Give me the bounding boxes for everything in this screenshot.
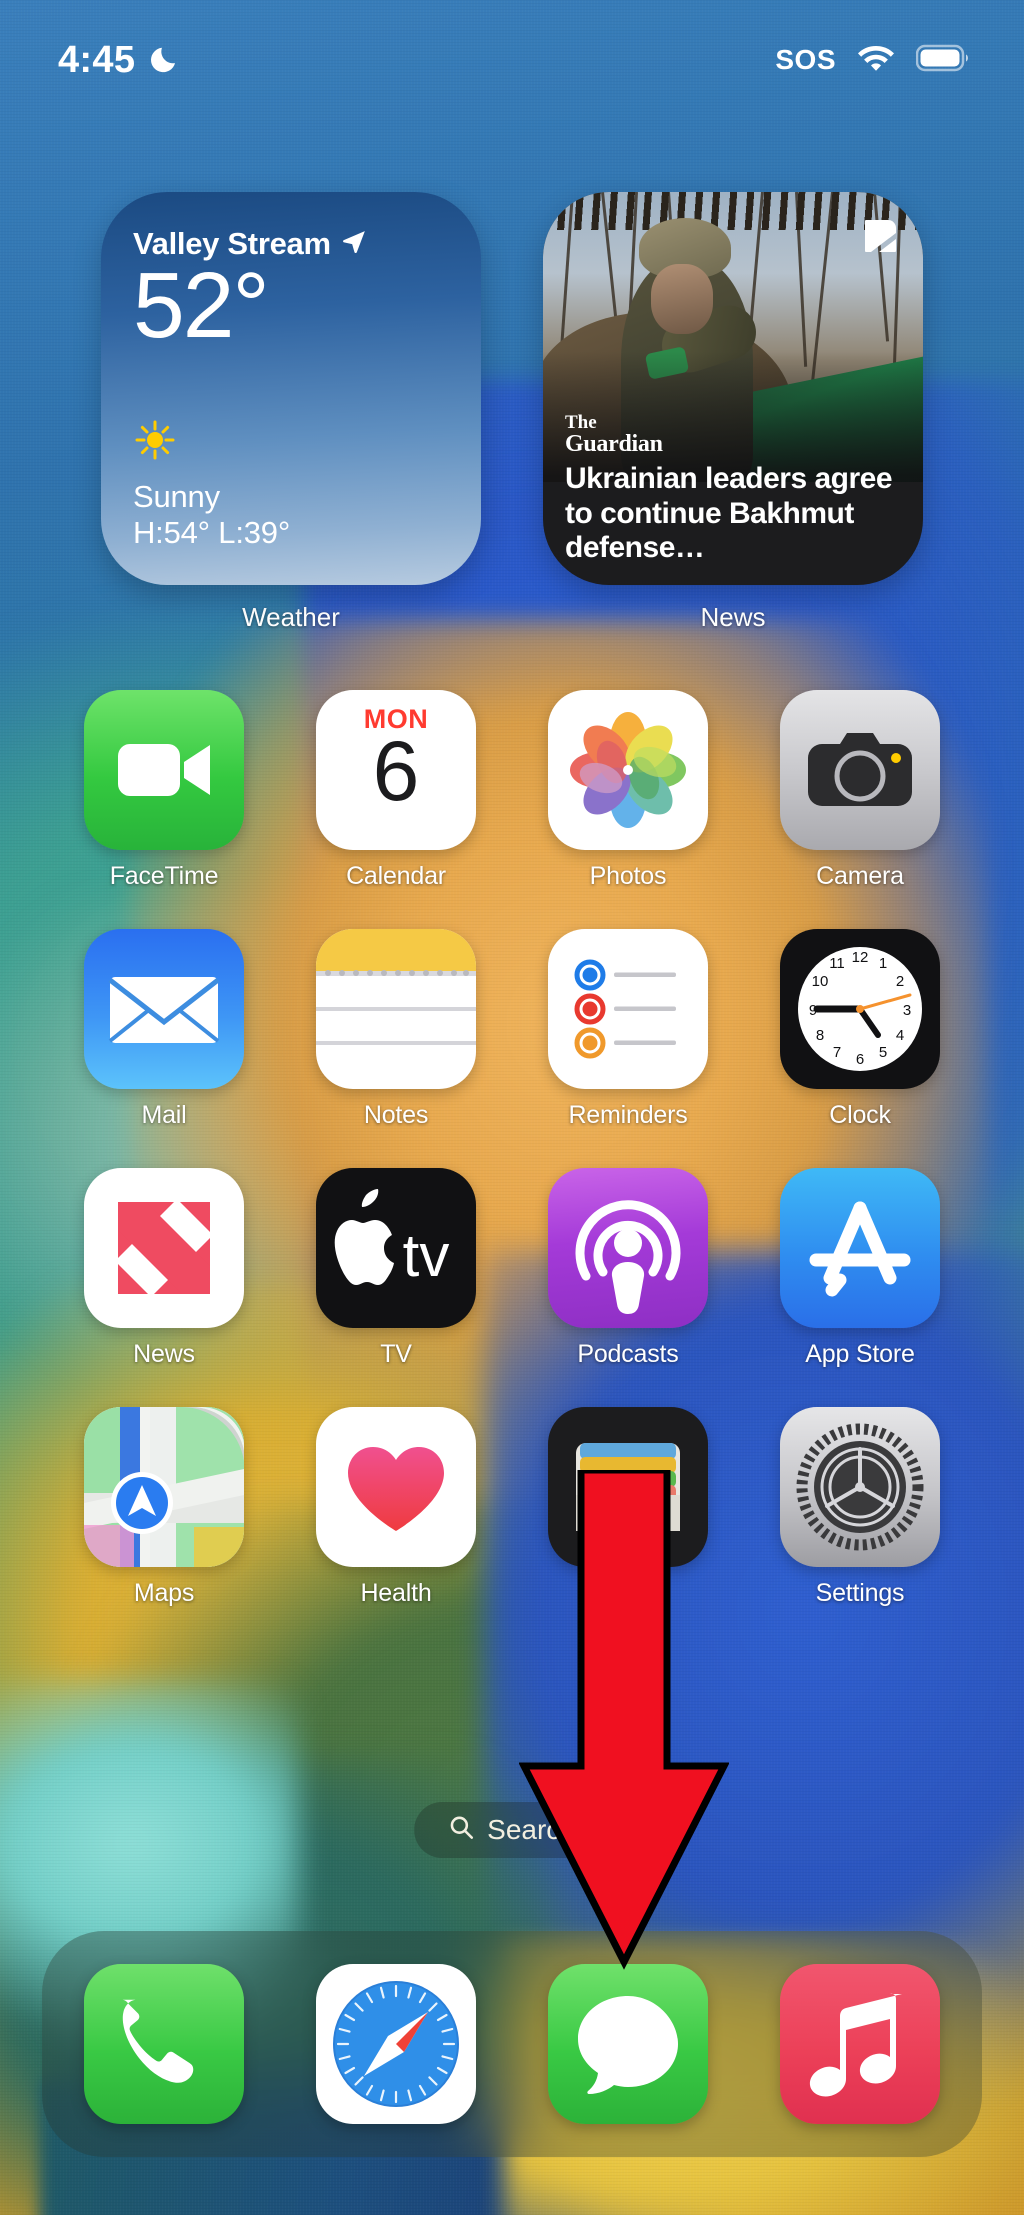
svg-text:tv: tv (403, 1222, 450, 1289)
app-label: Photos (589, 862, 667, 890)
app-label: Mail (141, 1101, 187, 1129)
health-icon[interactable] (316, 1407, 476, 1567)
mail-icon[interactable] (84, 929, 244, 1089)
app-facetime[interactable]: FaceTime (84, 690, 244, 891)
podcasts-icon[interactable] (548, 1168, 708, 1328)
location-arrow-icon (341, 229, 367, 260)
svg-text:4: 4 (896, 1027, 904, 1044)
app-clock[interactable]: 12 1 2 345 678 9 10 11 Clock (780, 929, 940, 1130)
annotation-down-arrow (519, 1470, 729, 1970)
svg-text:10: 10 (812, 973, 829, 990)
app-label: TV (380, 1340, 412, 1368)
app-notes[interactable]: Notes (316, 929, 476, 1130)
app-row-3: News tv TV Podcasts App Store (0, 1168, 1024, 1369)
sun-icon (133, 420, 177, 466)
app-podcasts[interactable]: Podcasts (548, 1168, 708, 1369)
app-label: Health (360, 1579, 432, 1607)
app-label: Reminders (568, 1101, 688, 1129)
status-clock: 4:45 (58, 38, 136, 81)
news-article-body: The Guardian Ukrainian leaders agree to … (543, 412, 923, 585)
app-label: Camera (816, 862, 904, 890)
weather-temperature: 52° (133, 253, 270, 357)
app-tv[interactable]: tv TV (316, 1168, 476, 1369)
maps-icon[interactable] (84, 1407, 244, 1567)
news-widget[interactable]: The Guardian Ukrainian leaders agree to … (543, 192, 923, 585)
weather-widget-label: Weather (242, 602, 340, 632)
app-store-icon[interactable] (780, 1168, 940, 1328)
guardian-the-text: The (565, 412, 597, 434)
app-calendar[interactable]: MON 6 Calendar (316, 690, 476, 891)
messages-icon[interactable] (548, 1964, 708, 2124)
weather-summary: Sunny H:54° L:39° (133, 418, 449, 551)
svg-text:12: 12 (852, 949, 869, 966)
photos-icon[interactable] (548, 690, 708, 850)
app-label: App Store (805, 1340, 915, 1368)
news-widget-wrapper: The Guardian Ukrainian leaders agree to … (543, 192, 923, 633)
app-row-1: FaceTime MON 6 Calendar Photos Camera (0, 690, 1024, 891)
app-maps[interactable]: Maps (84, 1407, 244, 1608)
status-bar: 4:45 SOS (0, 0, 1024, 90)
safari-icon[interactable] (316, 1964, 476, 2124)
search-icon (448, 1814, 475, 1846)
svg-text:2: 2 (896, 973, 904, 990)
status-bar-right: SOS (775, 43, 972, 78)
app-photos[interactable]: Photos (548, 690, 708, 891)
svg-text:3: 3 (903, 1002, 911, 1019)
app-label: Clock (829, 1101, 891, 1129)
svg-text:6: 6 (856, 1051, 864, 1068)
widget-row: Valley Stream 52° Sunny H:54° L:39° Weat… (0, 192, 1024, 633)
svg-text:5: 5 (879, 1044, 887, 1061)
app-row-4: Maps Health Settings (0, 1407, 1024, 1608)
phone-icon[interactable] (84, 1964, 244, 2124)
apple-news-icon (859, 214, 903, 258)
facetime-icon[interactable] (84, 690, 244, 850)
svg-text:8: 8 (816, 1027, 824, 1044)
app-news[interactable]: News (84, 1168, 244, 1369)
music-icon[interactable] (780, 1964, 940, 2124)
weather-high-low: H:54° L:39° (133, 515, 291, 550)
svg-text:7: 7 (833, 1044, 841, 1061)
tv-icon[interactable]: tv (316, 1168, 476, 1328)
news-widget-label: News (700, 602, 766, 632)
news-icon[interactable] (84, 1168, 244, 1328)
app-app-store[interactable]: App Store (780, 1168, 940, 1369)
guardian-name-text: Guardian (565, 431, 663, 458)
app-label: Podcasts (577, 1340, 679, 1368)
calendar-icon[interactable]: MON 6 (316, 690, 476, 850)
app-health[interactable]: Health (316, 1407, 476, 1608)
app-label: Notes (363, 1101, 429, 1129)
notes-icon[interactable] (316, 929, 476, 1089)
news-headline: Ukrainian leaders agree to continue Bakh… (565, 462, 893, 564)
svg-text:1: 1 (879, 955, 887, 972)
app-label: Maps (133, 1579, 195, 1607)
app-label: News (133, 1340, 195, 1368)
calendar-day-number: 6 (372, 724, 420, 818)
dock (42, 1931, 982, 2157)
app-label: Settings (815, 1579, 905, 1607)
app-camera[interactable]: Camera (780, 690, 940, 891)
app-grid: FaceTime MON 6 Calendar Photos Camera Ma… (0, 690, 1024, 1608)
weather-widget[interactable]: Valley Stream 52° Sunny H:54° L:39° (101, 192, 481, 585)
app-reminders[interactable]: Reminders (548, 929, 708, 1130)
battery-full-icon (915, 44, 972, 77)
app-label: Calendar (346, 862, 446, 890)
wifi-icon (856, 43, 896, 78)
camera-icon[interactable] (780, 690, 940, 850)
news-source-logo: The Guardian (565, 412, 901, 458)
clock-icon[interactable]: 12 1 2 345 678 9 10 11 (780, 929, 940, 1089)
reminders-icon[interactable] (548, 929, 708, 1089)
sos-indicator: SOS (775, 44, 836, 75)
svg-text:11: 11 (829, 955, 845, 972)
settings-icon[interactable] (780, 1407, 940, 1567)
app-row-2: Mail Notes Reminders 12 1 2 3 4 5 6 7 8 … (0, 929, 1024, 1130)
app-label: FaceTime (109, 862, 219, 890)
weather-widget-wrapper: Valley Stream 52° Sunny H:54° L:39° Weat… (101, 192, 481, 633)
status-bar-left: 4:45 (58, 39, 183, 82)
weather-condition: Sunny (133, 479, 220, 514)
app-settings[interactable]: Settings (780, 1407, 940, 1608)
moon-icon (149, 41, 183, 80)
app-mail[interactable]: Mail (84, 929, 244, 1130)
